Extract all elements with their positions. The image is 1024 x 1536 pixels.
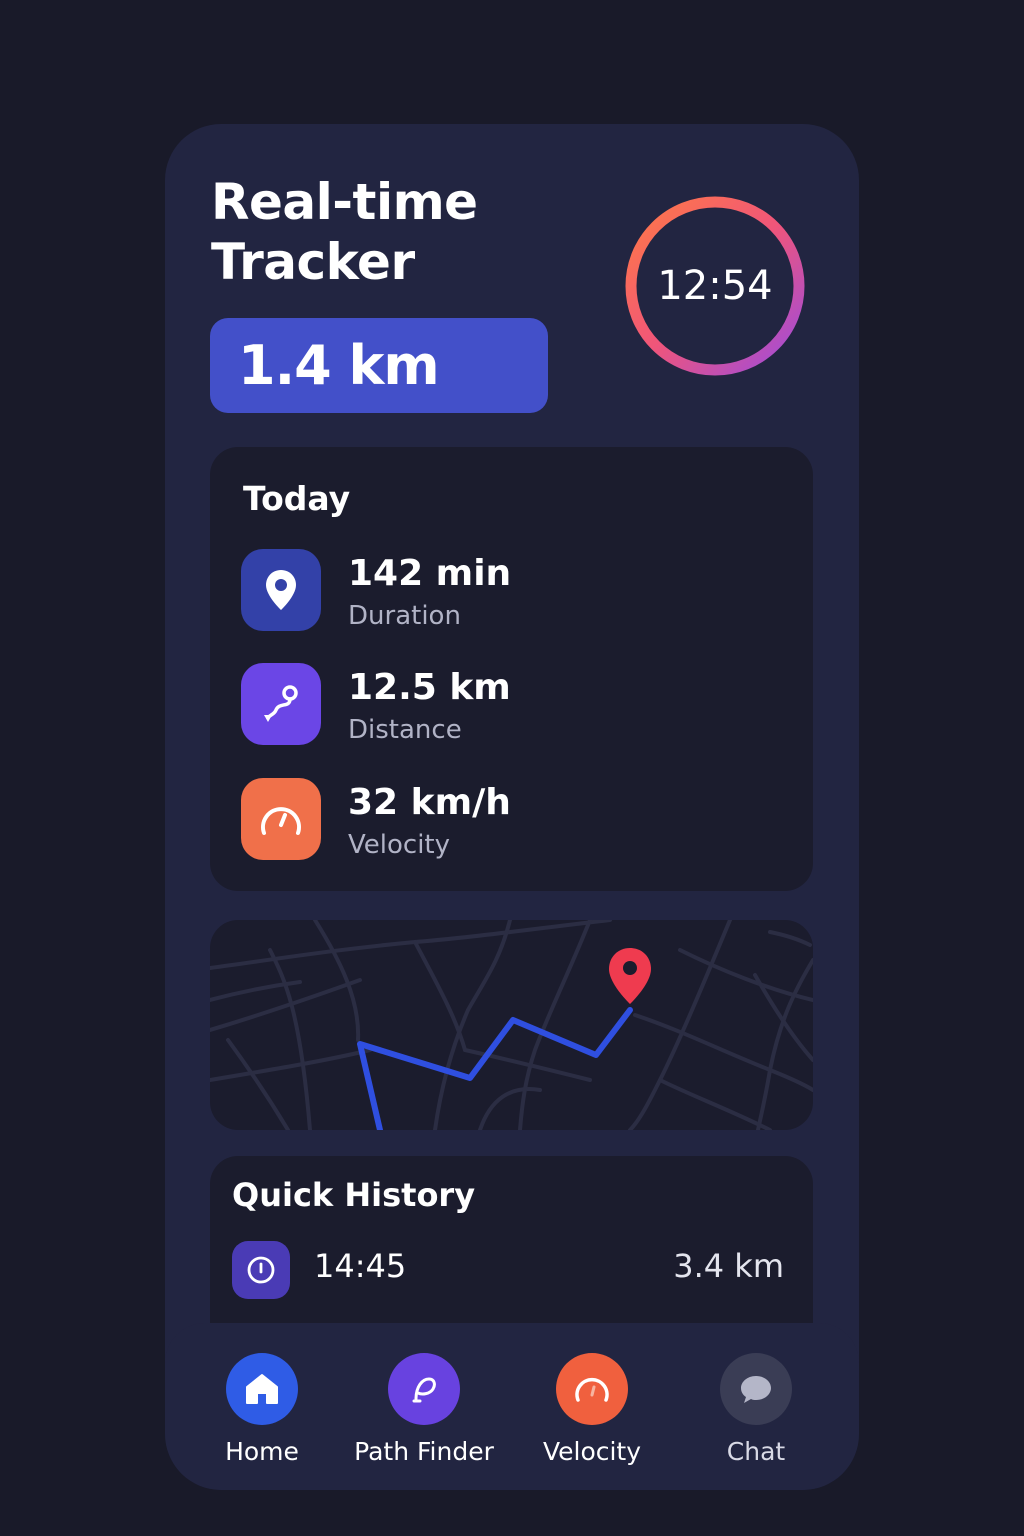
history-time: 14:45 (314, 1247, 407, 1285)
stat-label: Duration (348, 601, 461, 631)
history-item[interactable]: 14:45 3.4 km (232, 1241, 784, 1301)
clock-icon (232, 1241, 290, 1299)
nav-path-finder[interactable]: Path Finder (344, 1353, 504, 1483)
stat-value: 32 km/h (348, 782, 511, 823)
path-icon (388, 1353, 460, 1425)
stat-label: Distance (348, 715, 462, 745)
timer-readout: 12:54 (657, 263, 773, 309)
history-title: Quick History (232, 1176, 476, 1214)
page-title: Real-time Tracker (211, 173, 478, 291)
history-distance: 3.4 km (673, 1247, 784, 1285)
route-icon (241, 663, 321, 745)
chat-icon (720, 1353, 792, 1425)
speedometer-icon (556, 1353, 628, 1425)
nav-label: Home (225, 1437, 299, 1466)
nav-velocity[interactable]: Velocity (512, 1353, 672, 1483)
destination-marker (609, 948, 651, 1004)
stat-value: 12.5 km (348, 667, 511, 708)
stat-duration[interactable]: 142 min Duration (241, 549, 761, 633)
nav-home[interactable]: Home (182, 1353, 342, 1483)
current-distance-badge[interactable]: 1.4 km (210, 318, 548, 413)
location-pin-icon (241, 549, 321, 631)
stat-value: 142 min (348, 553, 512, 594)
today-title: Today (243, 479, 351, 518)
bottom-navigation: Home Path Finder Velocity Chat (165, 1323, 859, 1490)
today-card: Today 142 min Duration 12.5 km Distance (210, 447, 813, 891)
home-icon (226, 1353, 298, 1425)
stat-label: Velocity (348, 830, 450, 860)
nav-label: Chat (726, 1437, 786, 1466)
nav-chat[interactable]: Chat (676, 1353, 836, 1483)
nav-label: Velocity (542, 1437, 642, 1466)
map-canvas (210, 920, 813, 1130)
stat-velocity[interactable]: 32 km/h Velocity (241, 778, 761, 862)
route-map[interactable] (210, 920, 813, 1130)
stat-distance[interactable]: 12.5 km Distance (241, 663, 761, 747)
speedometer-icon (241, 778, 321, 860)
nav-label: Path Finder (354, 1437, 494, 1466)
tracker-screen: Real-time Tracker 1.4 km 12:54 Today 142… (165, 124, 859, 1490)
